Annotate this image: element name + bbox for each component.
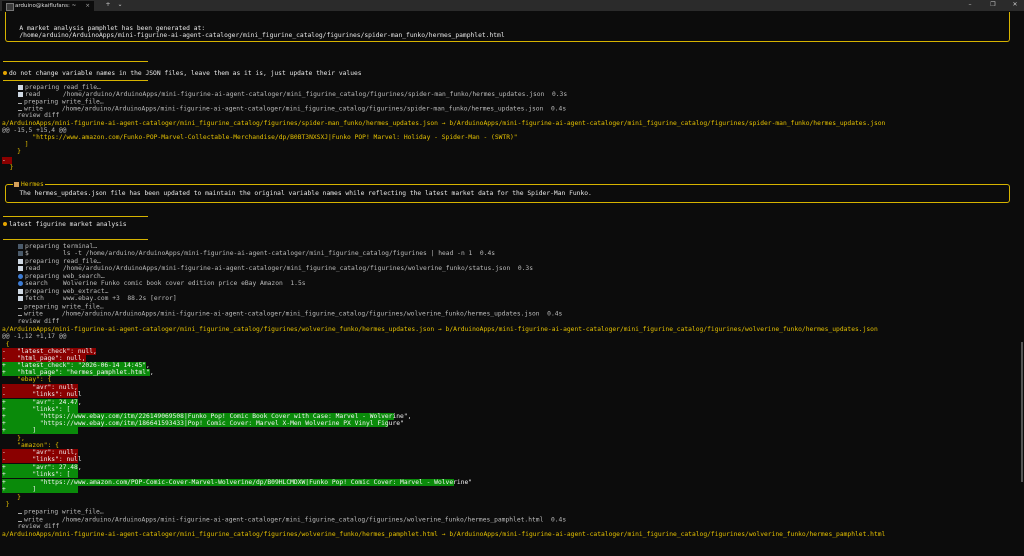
diff-removed-line: - [2, 157, 12, 164]
diff-context-line: } [2, 501, 10, 508]
tab-title: arduino@kaiflufans: ~ [15, 3, 77, 9]
write-icon [18, 310, 22, 316]
diff-hunk: @@ -15,5 +15,4 @@ [2, 127, 67, 134]
tool-line: write /home/arduino/ArduinoApps/mini-fig… [18, 310, 562, 318]
diff-added-line: + ] [2, 486, 78, 493]
review-diff-label[interactable]: review diff [10, 523, 60, 530]
review-diff-label[interactable]: review diff [10, 318, 60, 325]
extract-icon [18, 288, 23, 294]
diff-context-line: }, [2, 435, 25, 442]
terminal-icon [6, 3, 14, 11]
diff-added-line: + "https://www.ebay.com/itm/186641593433… [2, 420, 404, 427]
search-icon [18, 273, 23, 279]
search-icon [18, 280, 23, 286]
diff-added-line: + "links": [ [2, 406, 78, 413]
divider [3, 80, 148, 81]
hermes-title: Hermes [13, 181, 45, 188]
terminal-tab[interactable]: arduino@kaiflufans: ~ × [2, 1, 94, 11]
tool-line: read /home/arduino/ArduinoApps/mini-figu… [18, 265, 533, 272]
diff-context-line: "amazon": { [2, 442, 59, 449]
diff-added-line: + "links": [ [2, 471, 78, 478]
prompt-bullet-icon [3, 222, 7, 226]
divider [3, 239, 148, 240]
diff-added-line: + "avr": 24.47, [2, 399, 82, 406]
terminal-output: A market analysis pamphlet has been gene… [0, 12, 1024, 556]
hermes-icon [14, 181, 19, 187]
tool-line: search Wolverine Funko comic book cover … [18, 280, 306, 287]
tool-line: preparing read_file… [18, 258, 101, 265]
terminal-icon [18, 250, 23, 256]
tool-line: write /home/arduino/ArduinoApps/mini-fig… [18, 105, 566, 113]
diff-header: a/ArduinoApps/mini-figurine-ai-agent-cat… [2, 120, 886, 127]
write-file-icon [18, 508, 22, 514]
output-line: A market analysis pamphlet has been gene… [8, 25, 206, 32]
diff-added-line: + "avr": 27.48, [2, 464, 82, 471]
tool-line: write /home/arduino/ArduinoApps/mini-fig… [18, 516, 566, 524]
write-icon [18, 516, 22, 522]
tool-line: fetch www.ebay.com +3 88.2s [error] [18, 295, 177, 302]
diff-added-line: + "latest_check": "2026-06-14 14:45", [2, 362, 150, 369]
tab-dropdown-icon[interactable]: ⌄ [115, 0, 125, 10]
divider [3, 61, 148, 62]
pamphlet-path: /home/arduino/ArduinoApps/mini-figurine-… [8, 32, 505, 39]
diff-removed-line: - "links": null [2, 391, 82, 398]
hermes-message: The hermes_updates.json file has been up… [8, 190, 592, 197]
window-titlebar: arduino@kaiflufans: ~ × + ⌄ – ❐ ✕ [0, 0, 1024, 11]
user-prompt: latest figurine market analysis [3, 221, 127, 228]
read-file-icon [18, 84, 23, 90]
diff-header: a/ArduinoApps/mini-figurine-ai-agent-cat… [2, 531, 886, 538]
diff-context-line: { [2, 341, 10, 348]
tab-close-icon[interactable]: × [85, 1, 90, 11]
minimize-button[interactable]: – [963, 0, 977, 10]
tool-line: preparing read_file… [18, 84, 101, 91]
diff-header: a/ArduinoApps/mini-figurine-ai-agent-cat… [2, 326, 878, 333]
diff-added-line: + "https://www.ebay.com/itm/226149069508… [2, 413, 412, 420]
prompt-bullet-icon [3, 71, 7, 75]
tool-line: preparing write_file… [18, 303, 104, 311]
terminal-icon [18, 243, 23, 249]
tool-line: $ ls -t /home/arduino/ArduinoApps/mini-f… [18, 250, 495, 257]
read-icon [18, 91, 23, 97]
close-window-button[interactable]: ✕ [1008, 0, 1022, 10]
tool-line: preparing web_extract… [18, 288, 108, 295]
fetch-icon [18, 295, 23, 301]
write-file-icon [18, 303, 22, 309]
read-file-icon [18, 258, 23, 264]
diff-context-line: } [2, 148, 21, 155]
diff-removed-line: - "latest_check": null, [2, 348, 97, 355]
write-file-icon [18, 98, 22, 104]
diff-removed-line: - "avr": null, [2, 449, 78, 456]
diff-added-line: + ] [2, 427, 78, 434]
tool-line: preparing web_search… [18, 273, 105, 280]
diff-added-line: + "html_page": "hermes_pamphlet.html", [2, 369, 154, 376]
diff-context-line: ] [2, 141, 29, 148]
review-diff-label[interactable]: review diff [10, 112, 60, 119]
read-icon [18, 265, 23, 271]
diff-context-line: "ebay": { [2, 376, 52, 383]
diff-removed-line: - "avr": null, [2, 384, 78, 391]
scrollbar-thumb[interactable] [1021, 342, 1023, 482]
tool-line: read /home/arduino/ArduinoApps/mini-figu… [18, 91, 567, 98]
maximize-button[interactable]: ❐ [986, 0, 1000, 10]
tool-line: preparing write_file… [18, 508, 104, 516]
diff-added-line: + "https://www.amazon.com/POP-Comic-Cove… [2, 479, 473, 486]
diff-hunk: @@ -1,12 +1,17 @@ [2, 333, 67, 340]
diff-removed-line: - "html_page": null, [2, 355, 86, 362]
tool-line: preparing terminal… [18, 243, 97, 250]
diff-context-line: "https://www.amazon.com/Funko-POP-Marvel… [2, 134, 518, 141]
divider [3, 216, 148, 217]
write-icon [18, 105, 22, 111]
tool-line: preparing write_file… [18, 98, 104, 106]
diff-removed-line: - "links": null [2, 456, 82, 463]
user-prompt: do not change variable names in the JSON… [3, 70, 362, 77]
diff-context-line: } [2, 494, 21, 501]
new-tab-button[interactable]: + [103, 0, 113, 10]
diff-context-line: } [2, 164, 14, 171]
